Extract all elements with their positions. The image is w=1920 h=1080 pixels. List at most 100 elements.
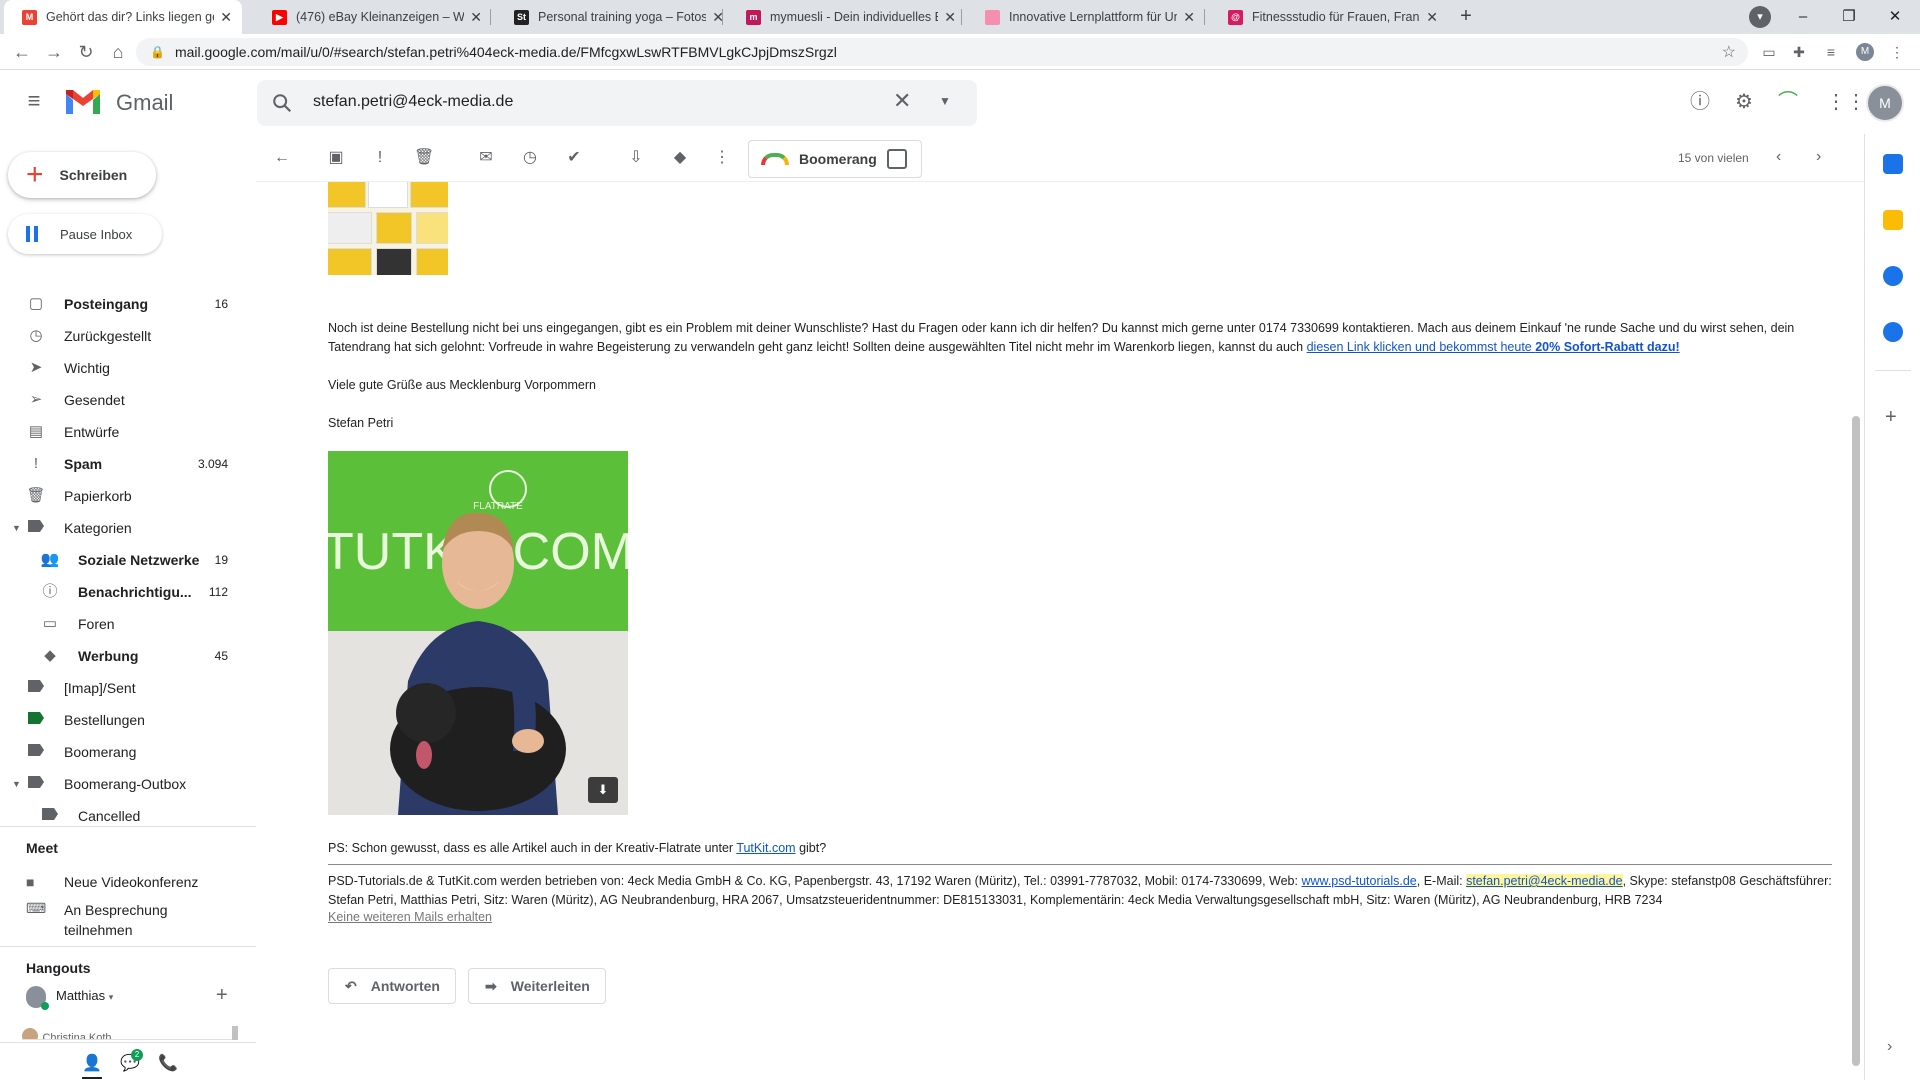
home-icon[interactable]: ⌂ bbox=[106, 40, 130, 64]
nav-item[interactable]: ▼ Kategorien bbox=[0, 512, 240, 544]
cast-icon[interactable]: ▭ bbox=[1760, 43, 1778, 61]
hangouts-contact-row[interactable]: Christina Koth bbox=[22, 1028, 232, 1040]
tab-close-icon[interactable]: ✕ bbox=[1183, 9, 1195, 26]
gmail-logo-icon[interactable] bbox=[64, 88, 102, 116]
reply-button[interactable]: ↶ Antworten bbox=[328, 968, 456, 1004]
move-to-icon[interactable]: ⇩ bbox=[626, 148, 646, 168]
search-input[interactable]: stefan.petri@4eck-media.de bbox=[313, 93, 513, 111]
nav-item[interactable]: Bestellungen bbox=[0, 704, 240, 736]
report-spam-icon[interactable]: ! bbox=[370, 148, 390, 168]
browser-tab[interactable]: ▶ (476) eBay Kleinanzeigen – WG - ✕ bbox=[254, 0, 492, 34]
add-task-icon[interactable]: ✔ bbox=[564, 148, 584, 168]
forward-icon[interactable]: → bbox=[42, 40, 66, 64]
browser-tab[interactable]: Innovative Lernplattform für Unt ✕ bbox=[967, 0, 1205, 34]
compose-button[interactable]: + Schreiben bbox=[8, 152, 156, 198]
mail-search-box[interactable]: stefan.petri@4eck-media.de ✕ ▼ bbox=[257, 80, 977, 126]
join-meeting-link[interactable]: ⌨ An Besprechung teilnehmen bbox=[26, 900, 206, 940]
expand-caret-icon[interactable]: ▼ bbox=[12, 523, 21, 533]
nav-item[interactable]: ◆ Werbung 45 bbox=[0, 640, 240, 672]
restore-icon[interactable]: ❐ bbox=[1826, 4, 1872, 30]
bookmark-star-icon[interactable]: ☆ bbox=[1722, 42, 1736, 62]
tab-close-icon[interactable]: ✕ bbox=[220, 9, 232, 26]
snooze-clock-icon[interactable]: ◷ bbox=[520, 148, 540, 168]
close-window-icon[interactable]: ✕ bbox=[1872, 4, 1918, 30]
reading-list-icon[interactable]: ≡ bbox=[1822, 43, 1840, 61]
address-bar[interactable]: 🔒 mail.google.com/mail/u/0/#search/stefa… bbox=[136, 38, 1748, 66]
contacts-app-icon[interactable] bbox=[1883, 322, 1903, 342]
google-apps-icon[interactable]: ⋮⋮ bbox=[1826, 90, 1866, 114]
account-avatar[interactable]: M bbox=[1866, 84, 1904, 122]
signature-photo[interactable]: TUTKIT.COM FLATRATE ⬇ bbox=[328, 451, 628, 815]
minimize-icon[interactable]: – bbox=[1780, 4, 1826, 30]
tutkit-link[interactable]: TutKit.com bbox=[736, 841, 795, 855]
newsletter-thumbnail-image[interactable] bbox=[328, 182, 448, 275]
expand-caret-icon[interactable]: ▼ bbox=[12, 779, 21, 789]
calendar-app-icon[interactable] bbox=[1883, 154, 1903, 174]
nav-item[interactable]: 👥 Soziale Netzwerke 19 bbox=[0, 544, 240, 576]
hangouts-user-name[interactable]: Matthias ▾ bbox=[56, 988, 113, 1003]
reload-icon[interactable]: ↻ bbox=[74, 40, 98, 64]
discount-link[interactable]: diesen Link klicken und bekommst heute 2… bbox=[1307, 340, 1680, 354]
help-icon[interactable]: ⓘ bbox=[1688, 90, 1712, 114]
nav-item[interactable]: [Imap]/Sent bbox=[0, 672, 240, 704]
browser-tab[interactable]: m mymuesli - Dein individuelles Bi ✕ bbox=[728, 0, 966, 34]
mark-unread-icon[interactable]: ✉ bbox=[476, 148, 496, 168]
nav-item[interactable]: ➤ Wichtig bbox=[0, 352, 240, 384]
nav-item[interactable]: ! Spam 3.094 bbox=[0, 448, 240, 480]
message-scrollbar[interactable] bbox=[1852, 416, 1860, 1066]
tab-close-icon[interactable]: ✕ bbox=[944, 9, 956, 26]
trash-icon: 🗑 bbox=[26, 487, 46, 504]
contacts-person-icon[interactable]: 👤 bbox=[82, 1053, 102, 1079]
pause-inbox-button[interactable]: Pause Inbox bbox=[8, 214, 162, 254]
browser-tab[interactable]: @ Fitnessstudio für Frauen, Frankfu ✕ bbox=[1210, 0, 1448, 34]
search-options-icon[interactable]: ▼ bbox=[939, 94, 951, 108]
nav-item[interactable]: 🗑 Papierkorb bbox=[0, 480, 240, 512]
tab-search-icon[interactable]: ▾ bbox=[1749, 6, 1771, 28]
browser-tab[interactable]: M Gehört das dir? Links liegen gela ✕ bbox=[4, 0, 242, 34]
back-icon[interactable]: ← bbox=[10, 40, 34, 64]
boomerang-icon[interactable]: ⌒ bbox=[1776, 90, 1800, 114]
tab-close-icon[interactable]: ✕ bbox=[470, 9, 482, 26]
keep-app-icon[interactable] bbox=[1883, 210, 1903, 230]
nav-item[interactable]: ▼ Boomerang-Outbox bbox=[0, 768, 240, 800]
search-icon[interactable] bbox=[271, 92, 293, 114]
nav-item[interactable]: ▢ Posteingang 16 bbox=[0, 288, 240, 320]
nav-item[interactable]: Cancelled bbox=[0, 800, 240, 832]
add-contact-icon[interactable]: + bbox=[216, 984, 228, 1007]
profile-avatar-icon[interactable]: M bbox=[1856, 43, 1874, 61]
settings-gear-icon[interactable]: ⚙ bbox=[1732, 90, 1756, 114]
nav-item[interactable]: ▭ Foren bbox=[0, 608, 240, 640]
boomerang-button[interactable]: Boomerang bbox=[748, 140, 922, 178]
calendar-icon[interactable] bbox=[887, 149, 907, 169]
new-meeting-link[interactable]: ■ Neue Videokonferenz bbox=[26, 874, 198, 890]
phone-icon[interactable]: 📞 bbox=[158, 1053, 178, 1073]
newer-chevron-icon[interactable]: ‹ bbox=[1776, 148, 1781, 166]
unsubscribe-link[interactable]: Keine weiteren Mails erhalten bbox=[328, 910, 492, 924]
tasks-app-icon[interactable] bbox=[1883, 266, 1903, 286]
tab-close-icon[interactable]: ✕ bbox=[1426, 9, 1438, 26]
back-to-list-icon[interactable]: ← bbox=[272, 148, 292, 168]
hangouts-scrollbar[interactable] bbox=[232, 1026, 238, 1040]
website-link[interactable]: www.psd-tutorials.de bbox=[1301, 874, 1416, 888]
new-tab-button[interactable]: + bbox=[1453, 4, 1479, 30]
archive-icon[interactable]: ▣ bbox=[326, 148, 346, 168]
nav-item[interactable]: ▤ Entwürfe bbox=[0, 416, 240, 448]
nav-item[interactable]: ⓘ Benachrichtigu... 112 bbox=[0, 576, 240, 608]
nav-item[interactable]: ◷ Zurückgestellt bbox=[0, 320, 240, 352]
older-chevron-icon[interactable]: › bbox=[1816, 148, 1821, 166]
clear-search-icon[interactable]: ✕ bbox=[893, 88, 911, 114]
nav-item[interactable]: Boomerang bbox=[0, 736, 240, 768]
get-addons-plus-icon[interactable]: + bbox=[1885, 406, 1897, 429]
more-options-icon[interactable]: ⋮ bbox=[712, 148, 732, 168]
browser-menu-icon[interactable]: ⋮ bbox=[1888, 43, 1906, 61]
forward-button[interactable]: ➡ Weiterleiten bbox=[468, 968, 606, 1004]
email-link[interactable]: stefan.petri@4eck-media.de bbox=[1466, 874, 1623, 888]
browser-tab[interactable]: St Personal training yoga – Fotos, I ✕ bbox=[496, 0, 734, 34]
labels-icon[interactable]: ◆ bbox=[670, 148, 690, 168]
show-side-panel-chevron-icon[interactable]: › bbox=[1887, 1038, 1892, 1056]
download-image-icon[interactable]: ⬇ bbox=[588, 777, 618, 803]
extensions-puzzle-icon[interactable]: ✚ bbox=[1790, 43, 1808, 61]
delete-icon[interactable]: 🗑 bbox=[414, 148, 434, 168]
nav-item[interactable]: ➢ Gesendet bbox=[0, 384, 240, 416]
main-menu-icon[interactable]: ≡ bbox=[22, 90, 46, 114]
